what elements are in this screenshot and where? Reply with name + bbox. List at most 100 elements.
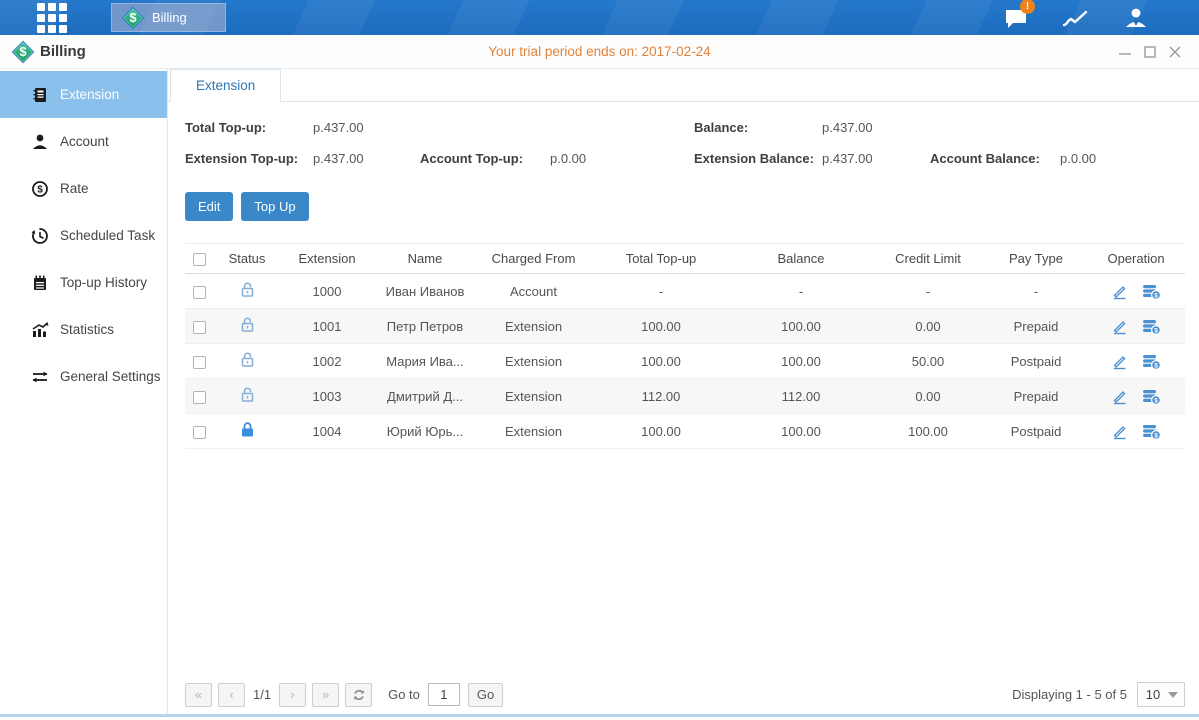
prev-page-button[interactable]: ‹: [218, 683, 245, 707]
displaying-text: Displaying 1 - 5 of 5: [1012, 687, 1127, 702]
cell-total-topup: 100.00: [591, 309, 731, 344]
edit-row-icon[interactable]: [1111, 353, 1128, 370]
refresh-icon: [352, 688, 366, 702]
sidebar-item-statistics[interactable]: Statistics: [0, 306, 167, 353]
sidebar-item-rate[interactable]: $ Rate: [0, 165, 167, 212]
person-icon: [31, 133, 49, 151]
sidebar-item-label: Scheduled Task: [60, 228, 155, 243]
taskbar-tab-billing[interactable]: $ Billing: [111, 3, 226, 32]
page-size-select[interactable]: 10: [1137, 682, 1185, 707]
edit-button[interactable]: Edit: [185, 192, 233, 221]
edit-row-icon[interactable]: [1111, 283, 1128, 300]
minimize-icon[interactable]: [1117, 44, 1133, 60]
topup-row-icon[interactable]: $: [1142, 318, 1161, 335]
sidebar-item-label: Rate: [60, 181, 89, 196]
edit-row-icon[interactable]: [1111, 318, 1128, 335]
cell-credit-limit: 50.00: [871, 344, 985, 379]
col-header-name: Name: [374, 244, 476, 274]
window-title-text: Billing: [40, 43, 86, 60]
col-header-pay-type: Pay Type: [985, 244, 1087, 274]
sidebar: Extension Account $ Rate Scheduled Task: [0, 69, 168, 714]
resource-monitor-icon[interactable]: [1061, 5, 1091, 31]
table-row: 1002 Мария Ива... Extension 100.00 100.0…: [185, 344, 1185, 379]
topup-row-icon[interactable]: $: [1142, 423, 1161, 440]
tab-extension[interactable]: Extension: [170, 69, 281, 102]
cell-balance: 100.00: [731, 414, 871, 449]
cell-total-topup: -: [591, 274, 731, 309]
last-page-button[interactable]: »: [312, 683, 339, 707]
cell-name: Иван Иванов: [374, 274, 476, 309]
trial-period-message: Your trial period ends on: 2017-02-24: [0, 44, 1199, 59]
row-checkbox[interactable]: [193, 321, 206, 334]
sidebar-item-extension[interactable]: Extension: [0, 71, 167, 118]
extensions-table: Status Extension Name Charged From Total…: [185, 243, 1185, 449]
sidebar-item-general-settings[interactable]: General Settings: [0, 353, 167, 400]
account-balance-value: p.0.00: [1060, 151, 1096, 166]
window-title: $ Billing: [12, 41, 86, 63]
goto-label: Go to: [388, 687, 420, 702]
billing-diamond-dollar-icon: $: [12, 41, 34, 63]
cell-credit-limit: 0.00: [871, 379, 985, 414]
table-row: 1003 Дмитрий Д... Extension 112.00 112.0…: [185, 379, 1185, 414]
close-icon[interactable]: [1167, 44, 1183, 60]
status-lock-icon: [239, 421, 256, 438]
page-size-value: 10: [1138, 687, 1168, 702]
svg-text:$: $: [1154, 397, 1158, 404]
row-checkbox[interactable]: [193, 391, 206, 404]
pagination-bar: « ‹ 1/1 › » Go to Go Displaying 1 - 5 of…: [185, 682, 1185, 707]
cell-credit-limit: 100.00: [871, 414, 985, 449]
user-account-icon[interactable]: [1121, 5, 1151, 31]
account-topup-label: Account Top-up:: [420, 151, 523, 166]
cell-pay-type: -: [985, 274, 1087, 309]
extension-balance-value: p.437.00: [822, 151, 873, 166]
notification-badge: !: [1020, 0, 1035, 14]
cell-charged-from: Extension: [476, 414, 591, 449]
sidebar-item-account[interactable]: Account: [0, 118, 167, 165]
row-checkbox[interactable]: [193, 356, 206, 369]
first-page-button[interactable]: «: [185, 683, 212, 707]
topup-row-icon[interactable]: $: [1142, 353, 1161, 370]
messages-icon[interactable]: !: [1001, 5, 1031, 31]
row-checkbox[interactable]: [193, 286, 206, 299]
svg-text:$: $: [1154, 327, 1158, 334]
sidebar-item-topup-history[interactable]: Top-up History: [0, 259, 167, 306]
extension-topup-label: Extension Top-up:: [185, 151, 298, 166]
cell-credit-limit: 0.00: [871, 309, 985, 344]
sidebar-item-scheduled-task[interactable]: Scheduled Task: [0, 212, 167, 259]
topup-row-icon[interactable]: $: [1142, 283, 1161, 300]
summary-row-1: Total Top-up: p.437.00 Balance: p.437.00: [185, 120, 1185, 138]
cell-balance: 112.00: [731, 379, 871, 414]
cell-credit-limit: -: [871, 274, 985, 309]
topup-button[interactable]: Top Up: [241, 192, 308, 221]
edit-row-icon[interactable]: [1111, 388, 1128, 405]
app-launcher-grid-icon[interactable]: [33, 3, 71, 33]
sidebar-item-label: Top-up History: [60, 275, 147, 290]
sidebar-item-label: Account: [60, 134, 109, 149]
cell-total-topup: 112.00: [591, 379, 731, 414]
go-button[interactable]: Go: [468, 683, 503, 707]
extension-balance-label: Extension Balance:: [694, 151, 814, 166]
svg-text:$: $: [1154, 362, 1158, 369]
summary-row-2: Extension Top-up: p.437.00 Account Top-u…: [185, 151, 1185, 169]
goto-page-input[interactable]: [428, 683, 460, 706]
refresh-button[interactable]: [345, 683, 372, 707]
row-checkbox[interactable]: [193, 426, 206, 439]
cell-name: Мария Ива...: [374, 344, 476, 379]
dollar-circle-icon: $: [31, 180, 49, 198]
status-lock-icon: [239, 351, 256, 368]
next-page-button[interactable]: ›: [279, 683, 306, 707]
topup-row-icon[interactable]: $: [1142, 388, 1161, 405]
cell-name: Петр Петров: [374, 309, 476, 344]
table-row: 1004 Юрий Юрь... Extension 100.00 100.00…: [185, 414, 1185, 449]
cell-extension: 1003: [280, 379, 374, 414]
edit-row-icon[interactable]: [1111, 423, 1128, 440]
cell-balance: 100.00: [731, 309, 871, 344]
select-all-checkbox[interactable]: [193, 253, 206, 266]
clock-history-icon: [31, 227, 49, 245]
maximize-icon[interactable]: [1142, 44, 1158, 60]
cell-name: Юрий Юрь...: [374, 414, 476, 449]
col-header-operation: Operation: [1087, 244, 1185, 274]
window-titlebar: Your trial period ends on: 2017-02-24 $ …: [0, 35, 1199, 69]
status-lock-icon: [239, 386, 256, 403]
svg-text:$: $: [1154, 292, 1158, 299]
